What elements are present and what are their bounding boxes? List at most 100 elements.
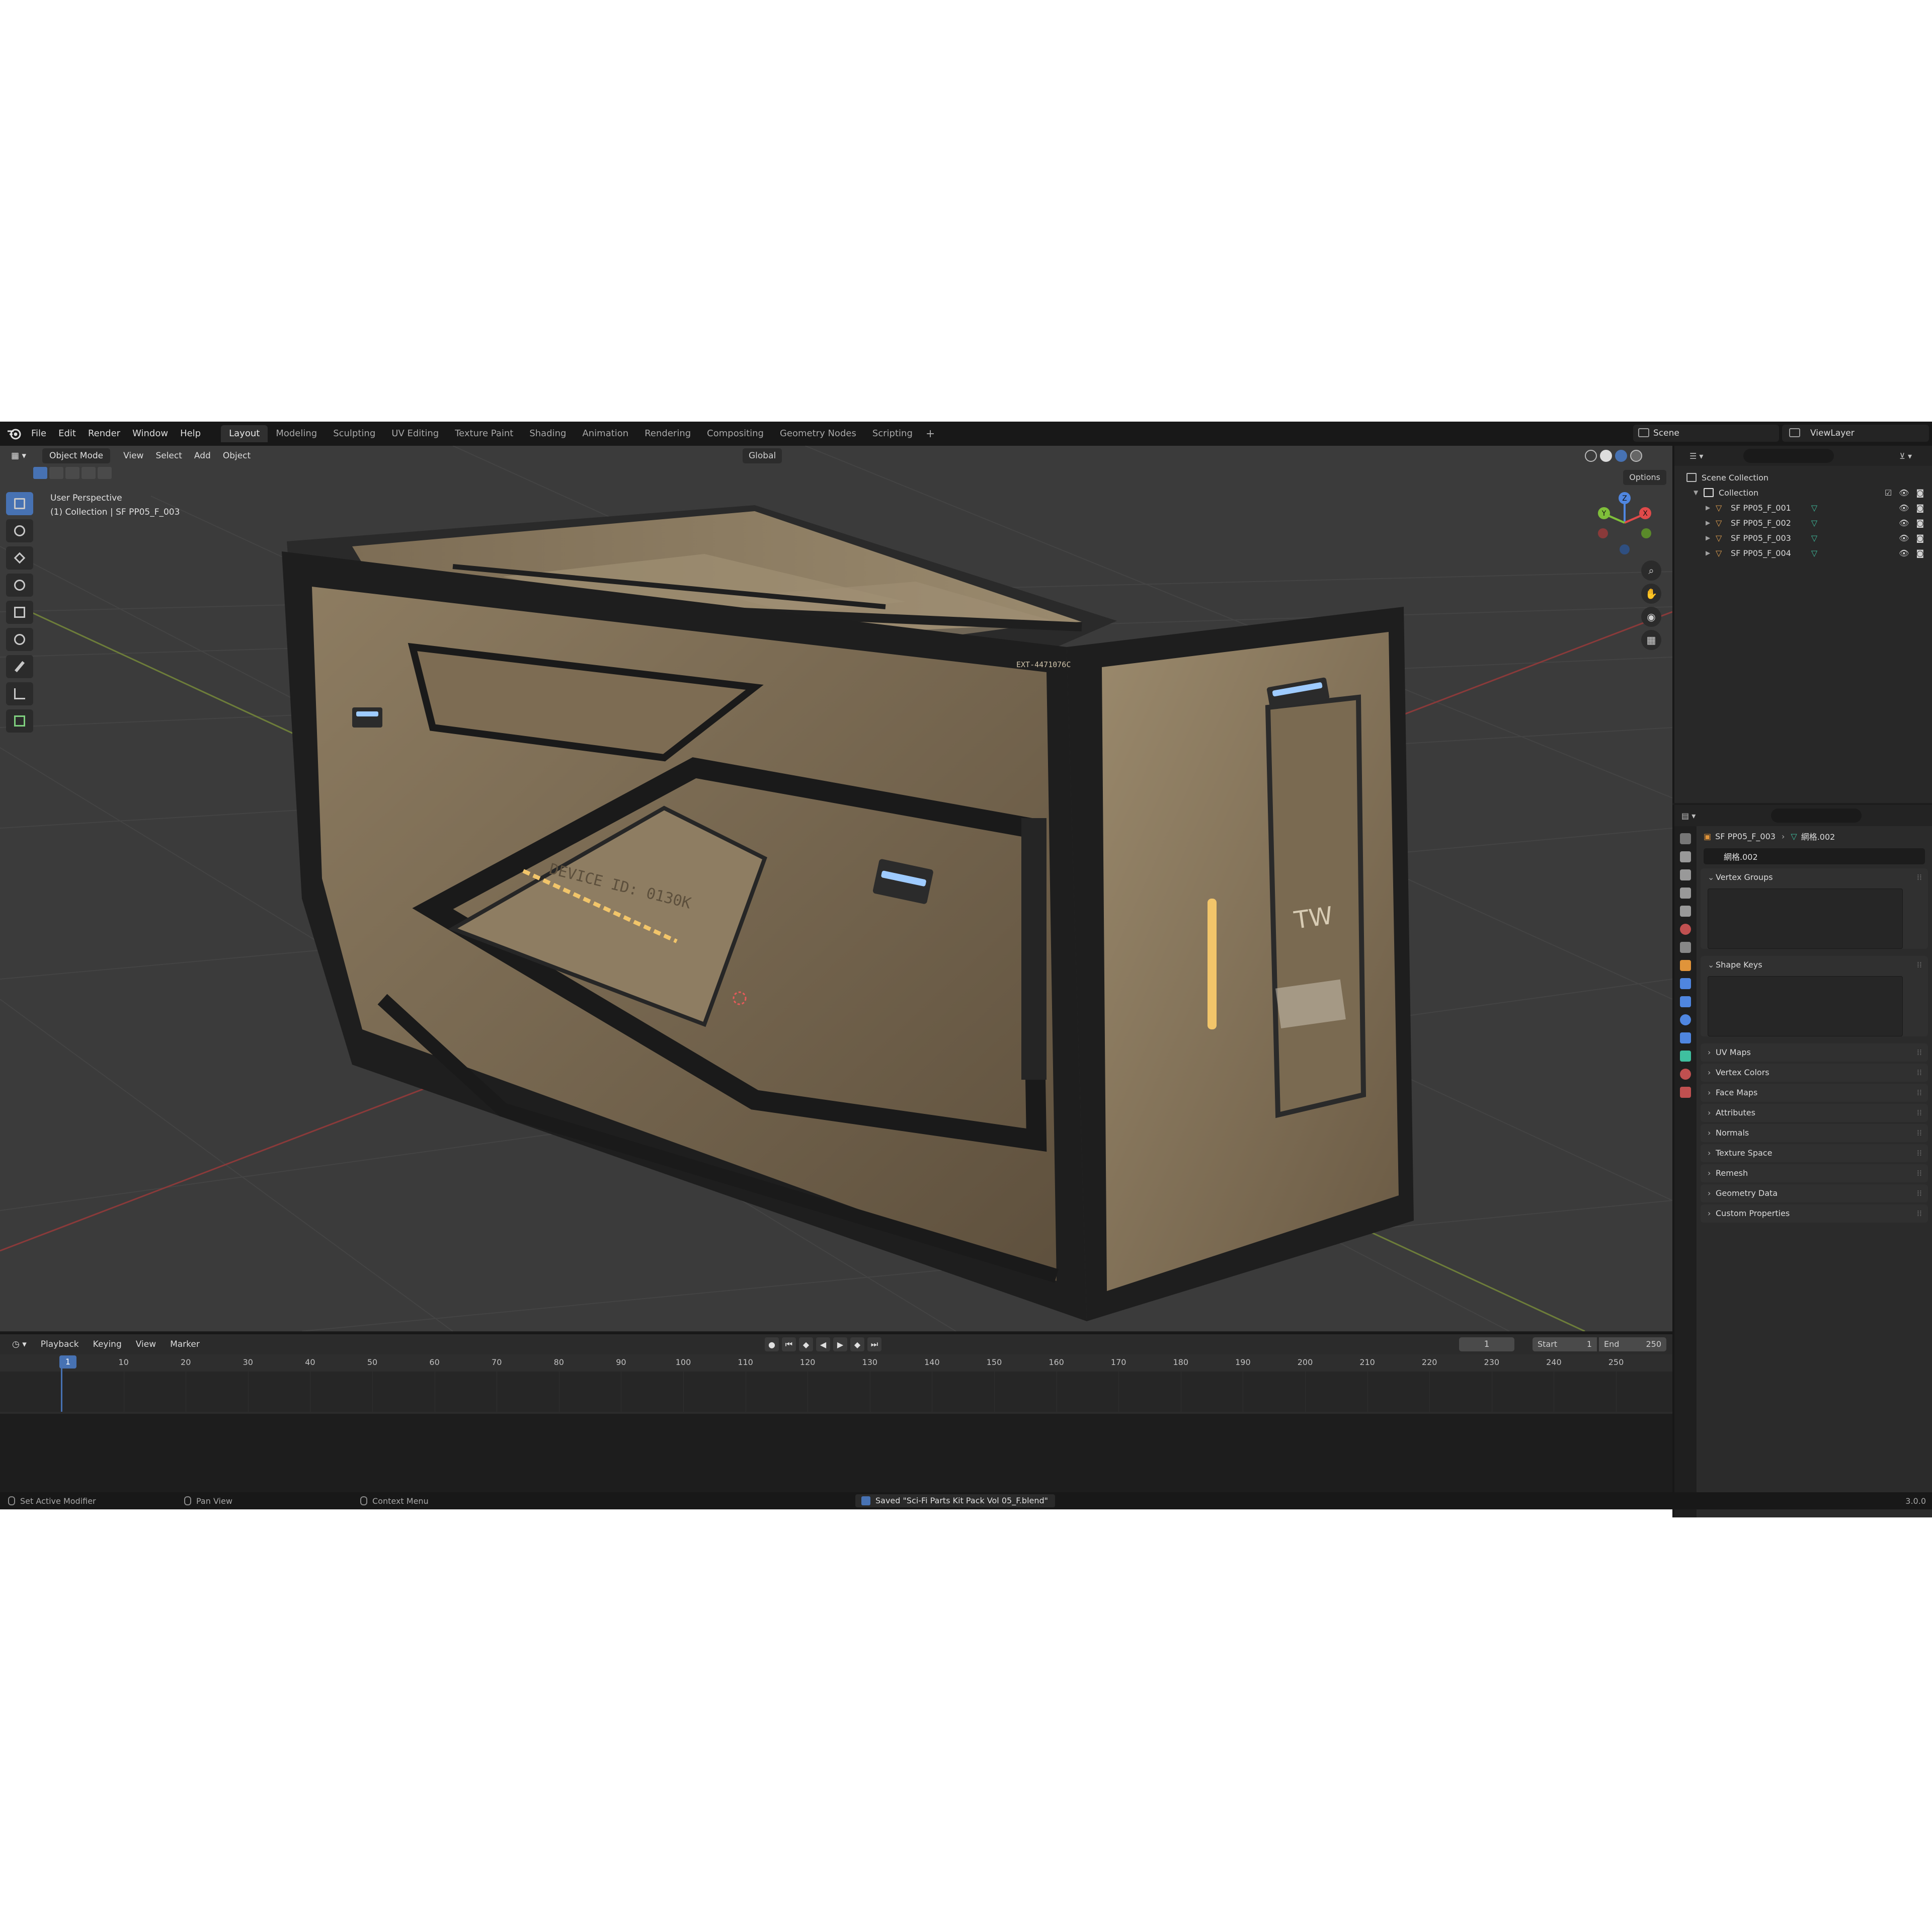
panel-header[interactable]: › Remesh ⁞⁞	[1701, 1164, 1928, 1182]
camera-icon[interactable]: ◙	[1916, 533, 1924, 543]
particles-tab-icon[interactable]	[1680, 996, 1691, 1007]
collection-visibility[interactable]: ☑ 👁 ◙	[1885, 488, 1924, 498]
zoom-icon[interactable]: ⌕	[1641, 560, 1661, 581]
filter-icon[interactable]: ⊻ ▾	[1899, 451, 1912, 461]
panel-header[interactable]: › Geometry Data ⁞⁞	[1701, 1184, 1928, 1202]
camera-icon[interactable]: ◙	[1916, 503, 1924, 513]
tab-geometry-nodes[interactable]: Geometry Nodes	[772, 425, 864, 442]
record-icon[interactable]: ●	[765, 1337, 779, 1351]
camera-icon[interactable]: ◙	[1916, 518, 1924, 528]
outliner-scene-collection[interactable]: Scene Collection	[1674, 470, 1932, 485]
menu-object[interactable]: Object	[217, 448, 257, 463]
material-shading-icon[interactable]	[1615, 450, 1627, 462]
outliner-item[interactable]: ▶ ▽ SF PP05_F_003 ▽ 👁 ◙	[1674, 530, 1932, 545]
options-dropdown[interactable]: Options	[1623, 470, 1666, 485]
select-new-icon[interactable]	[33, 467, 47, 479]
menu-help[interactable]: Help	[174, 424, 207, 444]
panel-header[interactable]: ⌄ Shape Keys ⁞⁞	[1701, 956, 1928, 974]
shape-keys-list[interactable]	[1708, 976, 1903, 1036]
prev-keyframe-icon[interactable]: ◆	[799, 1337, 813, 1351]
view-layer-selector[interactable]: ViewLayer	[1782, 425, 1929, 442]
menu-marker[interactable]: Marker	[163, 1337, 207, 1352]
menu-edit[interactable]: Edit	[52, 424, 82, 444]
panel-header[interactable]: › Normals ⁞⁞	[1701, 1124, 1928, 1142]
tab-texture-paint[interactable]: Texture Paint	[447, 425, 521, 442]
drag-handle-icon[interactable]: ⁞⁞	[1917, 1084, 1922, 1102]
expand-arrow-icon[interactable]: ▶	[1706, 549, 1716, 556]
camera-view-icon[interactable]: ◉	[1641, 607, 1661, 627]
annotate-tool-icon[interactable]	[6, 655, 33, 678]
play-reverse-icon[interactable]: ◀	[816, 1337, 830, 1351]
drag-handle-icon[interactable]: ⁞⁞	[1917, 1104, 1922, 1122]
data-tab-icon[interactable]	[1680, 1051, 1691, 1062]
jump-end-icon[interactable]: ⏭	[867, 1337, 881, 1351]
tab-rendering[interactable]: Rendering	[636, 425, 699, 442]
object-visibility[interactable]: 👁 ◙	[1899, 518, 1924, 528]
menu-timeline-view[interactable]: View	[129, 1337, 163, 1352]
expand-arrow-icon[interactable]: ▼	[1694, 489, 1704, 496]
object-mode-dropdown[interactable]: Object Mode	[42, 448, 111, 463]
panel-header[interactable]: › Face Maps ⁞⁞	[1701, 1084, 1928, 1102]
select-extend-icon[interactable]	[49, 467, 63, 479]
tab-scripting[interactable]: Scripting	[864, 425, 921, 442]
solid-shading-icon[interactable]	[1600, 450, 1612, 462]
eye-icon[interactable]: 👁	[1899, 488, 1909, 498]
panel-normals[interactable]: › Normals ⁞⁞	[1701, 1124, 1928, 1142]
object-visibility[interactable]: 👁 ◙	[1899, 548, 1924, 558]
outliner-item[interactable]: ▶ ▽ SF PP05_F_001 ▽ 👁 ◙	[1674, 500, 1932, 515]
drag-handle-icon[interactable]: ⁞⁞	[1917, 1144, 1922, 1162]
expand-arrow-icon[interactable]: ▶	[1706, 504, 1716, 511]
panel-face-maps[interactable]: › Face Maps ⁞⁞	[1701, 1084, 1928, 1102]
start-frame-field[interactable]: Start 1	[1533, 1337, 1597, 1351]
measure-tool-icon[interactable]	[6, 682, 33, 705]
menu-keying[interactable]: Keying	[86, 1337, 129, 1352]
drag-handle-icon[interactable]: ⁞⁞	[1917, 868, 1922, 887]
menu-add[interactable]: Add	[188, 448, 217, 463]
timeline-editor-icon[interactable]: ◷ ▾	[5, 1337, 34, 1352]
playhead[interactable]: 1	[59, 1355, 76, 1369]
view-layer-tab-icon[interactable]	[1680, 888, 1691, 899]
play-icon[interactable]: ▶	[833, 1337, 847, 1351]
pan-hand-icon[interactable]: ✋	[1641, 584, 1661, 604]
cursor-tool-icon[interactable]	[6, 519, 33, 542]
scene-selector[interactable]: Scene	[1633, 425, 1779, 442]
render-tab-icon[interactable]	[1680, 851, 1691, 862]
blender-logo-icon[interactable]	[3, 424, 25, 444]
eye-icon[interactable]: 👁	[1899, 533, 1909, 543]
tab-sculpting[interactable]: Sculpting	[325, 425, 383, 442]
panel-header[interactable]: › Attributes ⁞⁞	[1701, 1104, 1928, 1122]
menu-select[interactable]: Select	[149, 448, 188, 463]
navigation-gizmo[interactable]: Z X Y	[1592, 490, 1657, 555]
transform-orientation-dropdown[interactable]: Global	[743, 448, 782, 463]
rotate-tool-icon[interactable]	[6, 574, 33, 597]
object-visibility[interactable]: 👁 ◙	[1899, 533, 1924, 543]
tab-shading[interactable]: Shading	[521, 425, 574, 442]
camera-icon[interactable]: ◙	[1916, 488, 1924, 498]
menu-view[interactable]: View	[117, 448, 149, 463]
drag-handle-icon[interactable]: ⁞⁞	[1917, 1043, 1922, 1062]
camera-icon[interactable]: ◙	[1916, 548, 1924, 558]
3d-viewport[interactable]: DEVICE ID: 0130K TW EXT-4471076C ▦ ▾ Obj…	[0, 446, 1672, 1331]
vertex-groups-list[interactable]	[1708, 889, 1903, 949]
panel-attributes[interactable]: › Attributes ⁞⁞	[1701, 1104, 1928, 1122]
select-intersect-icon[interactable]	[98, 467, 112, 479]
panel-uv-maps[interactable]: › UV Maps ⁞⁞	[1701, 1043, 1928, 1062]
object-visibility[interactable]: 👁 ◙	[1899, 503, 1924, 513]
panel-geometry-data[interactable]: › Geometry Data ⁞⁞	[1701, 1184, 1928, 1202]
tab-animation[interactable]: Animation	[574, 425, 636, 442]
outliner-search-input[interactable]	[1743, 449, 1834, 463]
menu-window[interactable]: Window	[126, 424, 174, 444]
frame-ruler[interactable]: 10 20 30 40 50 60 70 80 90 100 110 120 130 140 150 160 1…	[0, 1354, 1672, 1372]
select-subtract-icon[interactable]	[65, 467, 79, 479]
scene-tab-icon[interactable]	[1680, 906, 1691, 917]
physics-tab-icon[interactable]	[1680, 1014, 1691, 1025]
panel-header[interactable]: › Custom Properties ⁞⁞	[1701, 1204, 1928, 1223]
world-tab-icon[interactable]	[1680, 924, 1691, 935]
shading-modes[interactable]	[1585, 450, 1642, 462]
ortho-grid-icon[interactable]: ▦	[1641, 630, 1661, 650]
tab-layout[interactable]: Layout	[221, 425, 268, 442]
collection-tab-icon[interactable]	[1680, 942, 1691, 953]
drag-handle-icon[interactable]: ⁞⁞	[1917, 1064, 1922, 1082]
panel-header[interactable]: ⌄ Vertex Groups ⁞⁞	[1701, 868, 1928, 887]
next-keyframe-icon[interactable]: ◆	[850, 1337, 864, 1351]
